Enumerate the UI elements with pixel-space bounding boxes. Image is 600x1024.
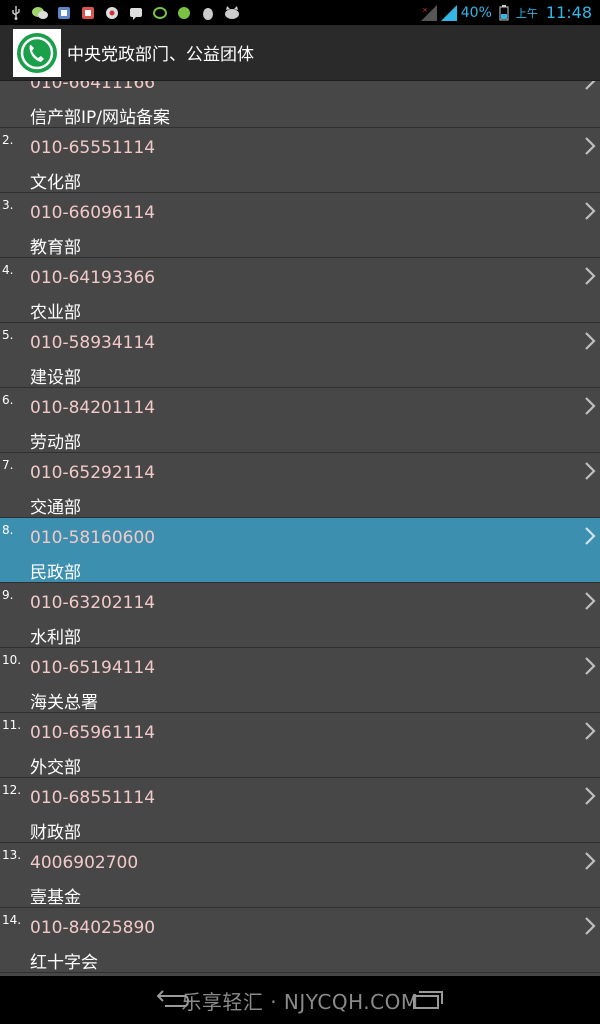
chevron-right-icon <box>585 852 596 870</box>
battery-icon <box>496 4 512 20</box>
item-number: 2. <box>2 133 14 147</box>
item-number: 8. <box>2 523 14 537</box>
item-number: 5. <box>2 328 14 342</box>
wechat-icon <box>32 6 48 20</box>
item-number: 12. <box>2 783 22 797</box>
ampm-label: 上午 <box>515 6 538 20</box>
item-phone: 010-64193366 <box>30 268 156 288</box>
list-item[interactable]: 4. 010-64193366 农业部 <box>0 258 600 323</box>
phone-icon[interactable] <box>13 28 61 77</box>
item-number: 7. <box>2 458 14 472</box>
back-icon[interactable] <box>155 988 191 1012</box>
chevron-right-icon <box>585 722 596 740</box>
chevron-right-icon <box>585 527 596 545</box>
item-name: 农业部 <box>30 303 81 323</box>
item-phone: 010-66411166 <box>30 81 156 93</box>
shield-icon <box>56 6 72 20</box>
page-title: 中央党政部门、公益团体 <box>67 45 254 65</box>
list-item[interactable]: 13. 4006902700 壹基金 <box>0 843 600 908</box>
item-name: 教育部 <box>30 238 81 258</box>
item-phone: 010-58934114 <box>30 333 156 353</box>
navigation-bar: 乐享轻汇 · NJYCQH.COM <box>0 976 600 1024</box>
chevron-right-icon <box>585 917 596 935</box>
list-item[interactable]: 6. 010-84201114 劳动部 <box>0 388 600 453</box>
action-bar: 中央党政部门、公益团体 <box>0 25 600 81</box>
contact-list-inner: 010-66411166 信产部IP/网站备案 2. 010-65551114 文化部 3… <box>0 81 600 973</box>
chevron-right-icon <box>585 787 596 805</box>
item-number: 4. <box>2 263 14 277</box>
recent-apps-icon[interactable] <box>410 988 446 1012</box>
list-item[interactable]: 3. 010-66096114 教育部 <box>0 193 600 258</box>
item-name: 红十字会 <box>30 953 98 973</box>
list-item[interactable]: 12. 010-68551114 财政部 <box>0 778 600 843</box>
item-number: 10. <box>2 653 22 667</box>
item-name: 水利部 <box>30 628 81 648</box>
store-icon <box>80 6 96 20</box>
item-phone: 010-65292114 <box>30 463 156 483</box>
status-right: × 40% 上午 11:48 <box>420 3 600 22</box>
message-icon <box>128 6 144 20</box>
contact-list[interactable]: 010-66411166 信产部IP/网站备案 2. 010-65551114 文化部 3… <box>0 81 600 976</box>
item-phone: 4006902700 <box>30 853 139 873</box>
item-name: 外交部 <box>30 758 81 778</box>
chevron-right-icon <box>585 657 596 675</box>
chevron-right-icon <box>585 397 596 415</box>
list-item[interactable]: 11. 010-65961114 外交部 <box>0 713 600 778</box>
item-name: 交通部 <box>30 498 81 518</box>
signal-icon <box>440 4 457 21</box>
chevron-right-icon <box>585 592 596 610</box>
list-item[interactable]: 14. 010-84025890 红十字会 <box>0 908 600 973</box>
item-phone: 010-68551114 <box>30 788 156 808</box>
item-number: 3. <box>2 198 14 212</box>
item-phone: 010-84201114 <box>30 398 156 418</box>
item-name: 劳动部 <box>30 433 81 453</box>
notification-icons <box>0 5 240 20</box>
item-number: 13. <box>2 848 22 862</box>
item-name: 壹基金 <box>30 888 81 908</box>
item-phone: 010-65961114 <box>30 723 156 743</box>
list-item[interactable]: 8. 010-58160600 民政部 <box>0 518 600 583</box>
item-name: 建设部 <box>30 368 81 388</box>
item-name: 民政部 <box>30 563 81 583</box>
item-name: 海关总署 <box>30 693 98 713</box>
list-item[interactable]: 10. 010-65194114 海关总署 <box>0 648 600 713</box>
list-item[interactable]: 5. 010-58934114 建设部 <box>0 323 600 388</box>
chevron-right-icon <box>585 462 596 480</box>
chevron-right-icon <box>585 332 596 350</box>
item-phone: 010-58160600 <box>30 528 156 548</box>
item-name: 文化部 <box>30 173 81 193</box>
item-phone: 010-66096114 <box>30 203 156 223</box>
chevron-right-icon <box>585 137 596 155</box>
no-signal-icon: × <box>420 4 437 21</box>
list-item[interactable]: 9. 010-63202114 水利部 <box>0 583 600 648</box>
item-name: 财政部 <box>30 823 81 843</box>
chevron-right-icon <box>585 81 596 90</box>
list-item[interactable]: 2. 010-65551114 文化部 <box>0 128 600 193</box>
app-icon <box>176 6 192 20</box>
svg-text:×: × <box>422 6 428 14</box>
item-number: 6. <box>2 393 14 407</box>
chevron-right-icon <box>585 267 596 285</box>
clock: 11:48 <box>545 3 592 22</box>
cat-icon <box>224 5 240 20</box>
chat-icon <box>152 6 168 20</box>
item-phone: 010-84025890 <box>30 918 156 938</box>
item-phone: 010-63202114 <box>30 593 156 613</box>
item-number: 14. <box>2 913 22 927</box>
item-number: 9. <box>2 588 14 602</box>
item-phone: 010-65194114 <box>30 658 156 678</box>
item-phone: 010-65551114 <box>30 138 156 158</box>
watermark: 乐享轻汇 · NJYCQH.COM <box>181 989 419 1014</box>
item-number: 11. <box>2 718 22 732</box>
list-item[interactable]: 010-66411166 信产部IP/网站备案 <box>0 81 600 128</box>
status-bar: × 40% 上午 11:48 <box>0 0 600 25</box>
settings-icon <box>104 6 120 20</box>
item-name: 信产部IP/网站备案 <box>30 108 170 128</box>
list-item[interactable]: 7. 010-65292114 交通部 <box>0 453 600 518</box>
chevron-right-icon <box>585 202 596 220</box>
battery-percent: 40% <box>460 4 492 21</box>
usb-icon <box>8 5 24 20</box>
tux-icon <box>200 6 216 20</box>
